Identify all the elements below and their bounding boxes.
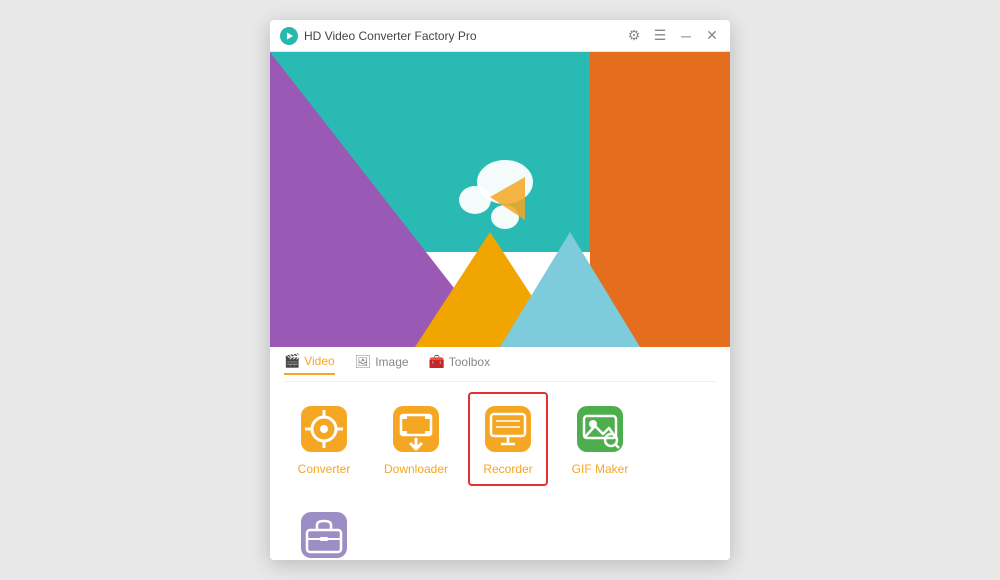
downloader-label: Downloader [384,462,448,476]
toolbox-icon-wrap [297,508,351,560]
main-content: 🎬 Video 🖼 Image 🧰 Toolbox [270,347,730,560]
tab-video-label: Video [304,354,334,368]
titlebar: HD Video Converter Factory Pro ⚙ ☰ ─ ✕ [270,20,730,52]
converter-icon-wrap [297,402,351,456]
category-tabs: 🎬 Video 🖼 Image 🧰 Toolbox [284,347,716,382]
menu-icon[interactable]: ☰ [652,27,668,44]
tab-toolbox[interactable]: 🧰 Toolbox [429,353,491,375]
toolbox-tab-icon: 🧰 [429,354,445,370]
image-tab-icon: 🖼 [355,354,372,370]
window-controls: ⚙ ☰ ─ ✕ [626,27,720,44]
video-tab-icon: 🎬 [284,353,300,369]
application-window: HD Video Converter Factory Pro ⚙ ☰ ─ ✕ [270,20,730,560]
recorder-icon-wrap [481,402,535,456]
gif-maker-label: GIF Maker [572,462,629,476]
tool-toolbox[interactable]: Toolbox [284,498,364,560]
toolbox-icon [297,508,351,560]
tool-gif-maker[interactable]: GIF Maker [560,392,640,486]
minimize-button[interactable]: ─ [678,28,694,44]
tab-toolbox-label: Toolbox [449,355,490,369]
tab-image[interactable]: 🖼 Image [355,353,409,375]
recorder-icon [481,402,535,456]
hero-banner [270,52,730,347]
gif-maker-icon [573,402,627,456]
tab-video[interactable]: 🎬 Video [284,353,335,375]
downloader-icon [389,402,443,456]
app-icon [280,27,298,45]
downloader-icon-wrap [389,402,443,456]
tool-downloader[interactable]: Downloader [376,392,456,486]
close-button[interactable]: ✕ [704,27,720,44]
settings-icon[interactable]: ⚙ [626,27,642,44]
window-title: HD Video Converter Factory Pro [304,29,626,43]
converter-icon [297,402,351,456]
tab-image-label: Image [375,355,408,369]
tool-recorder[interactable]: Recorder [468,392,548,486]
gif-maker-icon-wrap [573,402,627,456]
hero-graphic [270,52,730,347]
tools-grid: Converter [284,392,716,560]
converter-label: Converter [298,462,351,476]
tool-converter[interactable]: Converter [284,392,364,486]
recorder-label: Recorder [483,462,532,476]
